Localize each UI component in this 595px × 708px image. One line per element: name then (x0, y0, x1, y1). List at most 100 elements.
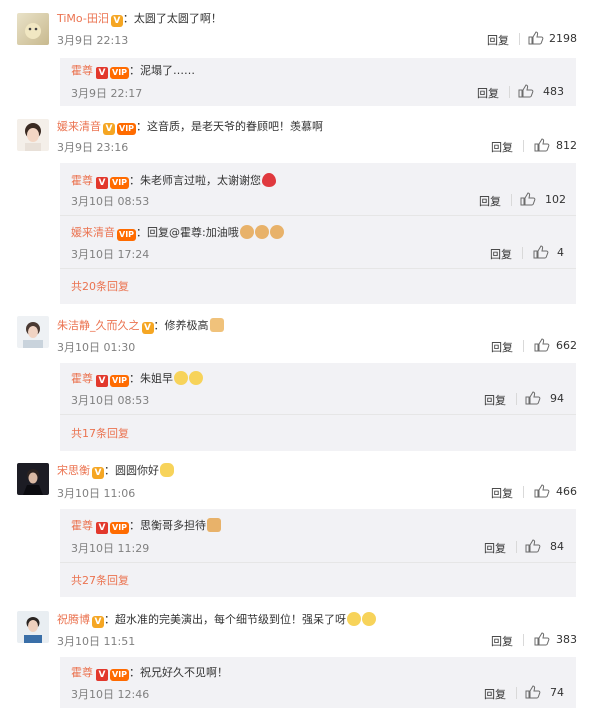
cat-face-icon (160, 463, 174, 477)
reply-time: 3月10日 08:53 (71, 394, 150, 407)
reply-button[interactable]: 回复 (491, 339, 513, 355)
like-count: 4 (557, 246, 564, 259)
divider (523, 634, 524, 646)
author-name[interactable]: 媛来清音 (57, 120, 101, 133)
thumbs-up-icon[interactable] (534, 484, 550, 498)
more-replies-link[interactable]: 共27条回复 (71, 572, 129, 588)
author-name[interactable]: TiMo-田汨 (57, 12, 109, 25)
comment-text: 这音质，是老天爷的眷顾吧！羡慕啊 (147, 120, 324, 133)
v-badge-icon: V (92, 616, 104, 628)
like-count: 812 (556, 139, 577, 152)
like-count: 84 (550, 540, 564, 553)
like-count: 483 (543, 85, 564, 98)
reply-button[interactable]: 回复 (491, 139, 513, 155)
like-count: 94 (550, 392, 564, 405)
comment-text: 超水准的完美演出，每个细节级到位！强呆了呀 (115, 613, 346, 626)
comment-author[interactable]: 媛来清音 V VIP ：这音质，是老天爷的眷顾吧！羡慕啊 (57, 118, 323, 135)
avatar[interactable] (17, 119, 49, 151)
v-badge-icon: V (141, 322, 154, 334)
divider (522, 247, 523, 259)
thumbs-up-icon[interactable] (525, 391, 541, 405)
comment-time: 3月9日 23:16 (57, 141, 129, 154)
vip-badge-icon: VIP (110, 375, 130, 387)
more-replies-link[interactable]: 共20条回复 (71, 278, 129, 294)
reply-button[interactable]: 回复 (484, 392, 506, 408)
divider (60, 414, 576, 415)
thumbs-up-icon[interactable] (525, 685, 541, 699)
comment-author[interactable]: 朱洁静_久而久之 V ：修养极高 (57, 317, 224, 334)
avatar[interactable] (17, 463, 49, 495)
reply-button[interactable]: 回复 (490, 246, 512, 262)
praying-hands-icon (207, 518, 222, 532)
vip-badge-icon: VIP (110, 669, 130, 681)
v-badge-icon: V (92, 467, 104, 479)
divider (523, 340, 524, 352)
reply-author[interactable]: 媛来清音 VIP ：回复@霍尊:加油哦 (71, 224, 284, 241)
reply-text: 朱姐早 (140, 372, 174, 385)
reply-button[interactable]: 回复 (487, 32, 509, 48)
reply-author[interactable]: 霍尊 V VIP ：泥塌了…… (71, 62, 195, 79)
reply-time: 3月10日 11:29 (71, 542, 150, 555)
thumbs-up-icon[interactable] (525, 539, 541, 553)
reply-button[interactable]: 回复 (479, 193, 501, 209)
like-count: 466 (556, 485, 577, 498)
thumbs-up-icon[interactable] (518, 84, 534, 98)
thumbs-up-icon[interactable] (520, 192, 536, 206)
author-name[interactable]: 霍尊 (71, 64, 93, 77)
reply-author[interactable]: 霍尊 V VIP ：朱老师言过啦，太谢谢您 (71, 172, 277, 189)
divider (523, 140, 524, 152)
reply-button[interactable]: 回复 (491, 485, 513, 501)
divider (60, 215, 576, 216)
divider (516, 541, 517, 553)
reply-author[interactable]: 霍尊 V VIP ：思衡哥多担待 (71, 517, 222, 534)
reply-button[interactable]: 回复 (477, 85, 499, 101)
comment-author[interactable]: 祝腾博 V ：超水准的完美演出，每个细节级到位！强呆了呀 (57, 611, 376, 628)
comment-author[interactable]: TiMo-田汨 V ：太圆了太圆了啊！ (57, 10, 222, 27)
comment-time: 3月10日 01:30 (57, 341, 136, 354)
comment-author[interactable]: 宋思衡 V ：圆圆你好 (57, 462, 174, 479)
reply-author[interactable]: 霍尊 V VIP ：朱姐早 (71, 370, 204, 387)
like-count: 662 (556, 339, 577, 352)
comment-text: 修养极高 (164, 319, 209, 332)
reply-author[interactable]: 霍尊 V VIP ：祝兄好久不见啊！ (71, 664, 228, 681)
avatar[interactable] (17, 316, 49, 348)
reply-text: 思衡哥多担待 (140, 519, 207, 532)
author-name[interactable]: 朱洁静_久而久之 (57, 319, 140, 332)
comment-time: 3月10日 11:06 (57, 487, 136, 500)
thumbs-up-icon[interactable] (534, 338, 550, 352)
comment-text: 太圆了太圆了啊！ (133, 12, 222, 25)
thumbs-up-icon[interactable] (534, 632, 550, 646)
author-name[interactable]: 霍尊 (71, 666, 93, 679)
more-replies-link[interactable]: 共17条回复 (71, 425, 129, 441)
divider (523, 486, 524, 498)
thumbs-up-icon[interactable] (533, 245, 549, 259)
comment-time: 3月9日 22:13 (57, 34, 129, 47)
divider (60, 268, 576, 269)
reply-time: 3月9日 22:17 (71, 87, 143, 100)
author-name[interactable]: 祝腾博 (57, 613, 90, 626)
author-name[interactable]: 媛来清音 (71, 226, 115, 239)
author-name[interactable]: 宋思衡 (57, 464, 90, 477)
avatar[interactable] (17, 611, 49, 643)
muscle-icon (254, 225, 269, 239)
thumbs-up-icon[interactable] (534, 138, 550, 152)
vip-badge-icon: VIP (110, 522, 130, 534)
reply-time: 3月10日 08:53 (71, 195, 150, 208)
thumbs-up-icon[interactable] (528, 31, 544, 45)
reply-text: 回复@霍尊:加油哦 (147, 226, 239, 239)
reply-button[interactable]: 回复 (484, 540, 506, 556)
author-name[interactable]: 霍尊 (71, 519, 93, 532)
v-badge-icon: V (110, 15, 123, 27)
avatar[interactable] (17, 13, 49, 45)
reply-button[interactable]: 回复 (491, 633, 513, 649)
v-badge-icon: V (103, 123, 115, 135)
heart-icon (262, 173, 277, 187)
reply-button[interactable]: 回复 (484, 686, 506, 702)
reply-time: 3月10日 12:46 (71, 688, 150, 701)
surprised-face-icon (362, 612, 376, 626)
v-badge-icon: V (96, 522, 108, 534)
v-badge-icon: V (96, 177, 108, 189)
author-name[interactable]: 霍尊 (71, 372, 93, 385)
author-name[interactable]: 霍尊 (71, 174, 93, 187)
reply-text: 朱老师言过啦，太谢谢您 (140, 174, 262, 187)
